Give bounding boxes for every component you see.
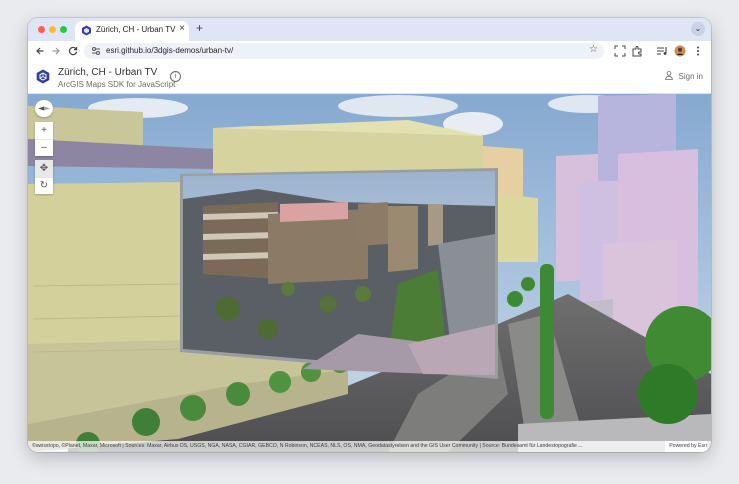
map-3d-view[interactable]: + – ✥ ↻ ©swisstopo, ©Planet, Maxar, Micr…	[28, 94, 711, 452]
navigation-mode-controls: ✥ ↻	[35, 160, 53, 194]
url-text: esri.github.io/3dgis-demos/urban-tv/	[106, 46, 234, 55]
minimize-window-button[interactable]	[49, 26, 56, 33]
zoom-in-button[interactable]: +	[35, 122, 53, 139]
user-icon	[664, 71, 673, 80]
tab-bar: Zürich, CH - Urban TV × + ⌄	[28, 18, 711, 41]
bookmark-star-icon[interactable]: ☆	[589, 44, 598, 55]
tree	[132, 408, 160, 436]
arcgis-logo-icon	[36, 69, 50, 84]
urban-tv-screen	[180, 168, 498, 379]
tab-title: Zürich, CH - Urban TV	[96, 25, 176, 34]
esri-favicon-icon	[82, 25, 91, 36]
tab-urban-tv[interactable]: Zürich, CH - Urban TV ×	[75, 21, 189, 41]
tree	[226, 382, 250, 406]
forward-arrow-icon[interactable]	[50, 45, 62, 57]
maximize-window-button[interactable]	[60, 26, 67, 33]
rotate-button[interactable]: ↻	[35, 177, 53, 194]
new-tab-button[interactable]: +	[196, 21, 203, 35]
tab-close-icon[interactable]: ×	[179, 23, 185, 34]
extensions-icon[interactable]	[631, 45, 643, 57]
cloud	[338, 95, 458, 117]
sign-in-button[interactable]: Sign in	[664, 71, 703, 81]
profile-avatar-icon[interactable]	[674, 45, 686, 57]
back-arrow-icon[interactable]	[34, 45, 46, 57]
browser-toolbar: esri.github.io/3dgis-demos/urban-tv/ ☆	[28, 41, 711, 61]
browser-window: Zürich, CH - Urban TV × + ⌄ esri.github.…	[28, 18, 711, 452]
media-controls-icon[interactable]	[656, 45, 668, 57]
reload-icon[interactable]	[67, 45, 79, 57]
compass-icon	[38, 106, 50, 111]
app-subtitle: ArcGIS Maps SDK for JavaScript	[58, 80, 176, 89]
address-bar[interactable]: esri.github.io/3dgis-demos/urban-tv/ ☆	[84, 43, 604, 59]
attribution-text[interactable]: ©swisstopo, ©Planet, Maxar, Microsoft | …	[32, 441, 583, 452]
web-page: Zürich, CH - Urban TV ArcGIS Maps SDK fo…	[28, 61, 711, 452]
close-window-button[interactable]	[38, 26, 45, 33]
zoom-out-button[interactable]: –	[35, 139, 53, 156]
zoom-controls: + –	[35, 122, 53, 156]
site-settings-icon[interactable]	[91, 46, 101, 56]
app-title: Zürich, CH - Urban TV	[58, 67, 158, 78]
tree	[521, 277, 535, 291]
screenshot-icon[interactable]	[614, 45, 626, 57]
building	[498, 194, 538, 262]
tree	[269, 371, 291, 393]
tree	[180, 395, 206, 421]
tree-row	[540, 264, 554, 419]
powered-by-esri[interactable]: Powered by Esri	[665, 441, 707, 452]
tab-search-button[interactable]: ⌄	[691, 22, 705, 36]
tree	[638, 364, 698, 424]
browser-menu-icon[interactable]	[692, 45, 704, 57]
attribution-bar: ©swisstopo, ©Planet, Maxar, Microsoft | …	[28, 441, 711, 452]
pan-button[interactable]: ✥	[35, 160, 53, 177]
app-header: Zürich, CH - Urban TV ArcGIS Maps SDK fo…	[28, 61, 711, 94]
city-scene	[28, 94, 711, 452]
info-icon[interactable]: i	[170, 71, 181, 82]
tree	[507, 291, 523, 307]
sign-in-label: Sign in	[678, 72, 703, 81]
compass-button[interactable]	[35, 100, 53, 117]
